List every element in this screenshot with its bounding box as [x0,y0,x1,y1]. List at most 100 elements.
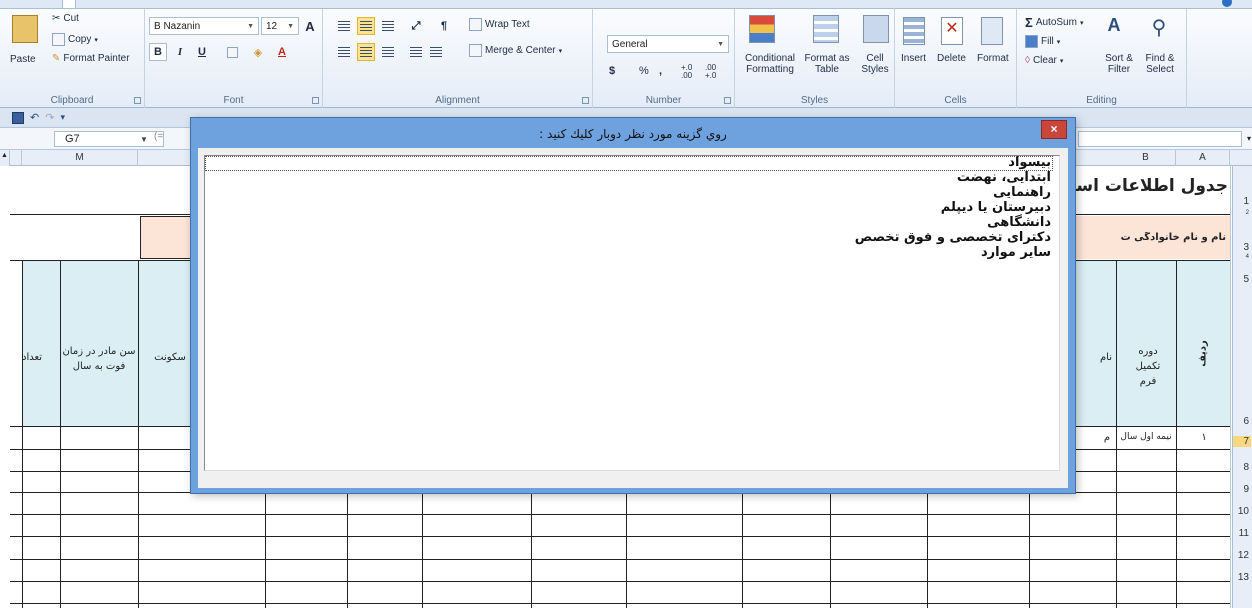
row-header-7[interactable]: 7 [1233,436,1251,447]
delete-button[interactable]: Delete [937,53,966,64]
row-header-3[interactable]: 3 [1243,242,1249,253]
fill-color-icon[interactable]: ◈ [249,43,267,61]
column-header-a[interactable]: A [1176,150,1230,166]
find-select-button[interactable]: Find & Select [1141,53,1179,75]
undo-icon[interactable]: ↶ [30,111,39,124]
row-header-8[interactable]: 8 [1243,462,1249,473]
decrease-decimal-button[interactable]: .00 +.0 [705,64,723,80]
fill-button[interactable]: Fill ▾ [1025,35,1060,48]
help-icon[interactable] [1222,0,1232,7]
row1-index-cell[interactable]: ۱ [1180,432,1228,443]
format-button[interactable]: Format [977,53,1009,64]
list-item[interactable]: بیسواد [205,156,1053,171]
align-top-icon[interactable] [335,17,353,35]
align-middle-icon[interactable] [357,17,375,35]
number-launcher-icon[interactable] [724,97,731,104]
sort-filter-button[interactable]: Sort & Filter [1101,53,1137,75]
scroll-up-icon[interactable]: ▲ [1,152,8,159]
format-painter-button[interactable]: ✎ Format Painter [52,53,130,64]
row-header-11[interactable]: 11 [1239,528,1249,539]
column-header-b[interactable]: B [1116,150,1176,166]
number-format-select[interactable]: General ▼ [607,35,729,53]
borders-icon[interactable] [223,43,241,61]
cell-styles-icon[interactable] [863,15,889,43]
clipboard-group: Paste ✂ Cut Copy ▾ ✎ Format Painter Clipboa… [0,9,145,108]
tab-home[interactable] [62,0,76,8]
orientation-icon[interactable]: ⤢ [407,17,425,35]
format-as-table-button[interactable]: Format as Table [801,53,853,75]
row-headers: 1 2 3 4 5 6 7 8 9 10 11 12 13 [1232,166,1252,608]
options-listbox[interactable]: بیسواد ابتدایی، نهضت راهنمایی دبیرستان ی… [204,155,1060,471]
row-header-1[interactable]: 1 [1243,196,1249,207]
number-group-label: Number [645,95,682,106]
list-item[interactable]: ابتدایی، نهضت [205,171,1053,186]
format-cells-icon[interactable] [981,17,1003,45]
font-launcher-icon[interactable] [312,97,319,104]
bold-button[interactable]: B [149,43,167,61]
column-header-m[interactable]: M [22,150,138,166]
wrap-text-button[interactable]: Wrap Text [469,18,530,31]
align-center-icon[interactable] [357,43,375,61]
list-item[interactable]: دبیرستان یا دیپلم [205,201,1053,216]
conditional-formatting-icon[interactable] [749,15,775,43]
dialog-title: روي گزينه مورد نظر دوبار كليك كنيد : [539,127,727,141]
conditional-formatting-button[interactable]: Conditional Formatting [741,53,799,75]
row-header-13[interactable]: 13 [1238,572,1249,583]
decrease-indent-icon[interactable] [407,43,425,61]
list-item[interactable]: سایر موارد [205,246,1053,261]
customize-toolbar-icon[interactable]: ▾ [60,112,65,123]
row-header-6[interactable]: 6 [1243,416,1249,427]
clipboard-launcher-icon[interactable] [134,97,141,104]
binoculars-icon[interactable]: ⚲ [1147,15,1171,43]
row-header-4[interactable]: 4 [1246,254,1249,260]
paste-button[interactable]: Paste [10,54,36,65]
row1-name-partial[interactable]: م [1100,432,1114,443]
align-right-icon[interactable] [379,43,397,61]
close-button[interactable]: × [1041,120,1067,139]
expand-formula-icon[interactable]: ▾ [1247,134,1251,143]
font-group: B Nazanin ▼ 12 ▼ A B I U ◈ A Font [145,9,323,108]
align-left-icon[interactable] [335,43,353,61]
row-header-12[interactable]: 12 [1238,550,1249,561]
select-all-corner[interactable] [10,150,22,166]
formula-input[interactable] [1078,131,1242,147]
font-color-icon[interactable]: A [273,43,291,61]
paste-icon[interactable] [12,15,38,43]
copy-button[interactable]: Copy ▾ [52,33,98,46]
increase-indent-icon[interactable] [427,43,445,61]
format-table-icon[interactable] [813,15,839,43]
insert-button[interactable]: Insert [901,53,926,64]
cut-button[interactable]: ✂ Cut [52,13,79,24]
delete-cells-icon[interactable]: ✕ [941,17,963,45]
underline-button[interactable]: U [193,43,211,61]
residence-header: سکونت [154,352,186,363]
alignment-launcher-icon[interactable] [582,97,589,104]
clear-button[interactable]: ◊ Clear ▾ [1025,55,1063,66]
font-name-select[interactable]: B Nazanin ▼ [149,17,259,35]
cell-styles-button[interactable]: Cell Styles [855,53,895,75]
currency-button[interactable]: $ [609,65,615,77]
insert-cells-icon[interactable] [903,17,925,45]
name-box-dropdown-icon[interactable]: ▼ [140,135,148,144]
percent-button[interactable]: % [639,65,649,77]
font-size-select[interactable]: 12 ▼ [261,17,299,35]
row-header-9[interactable]: 9 [1243,484,1249,495]
comma-button[interactable]: , [659,65,662,77]
grow-font-icon[interactable]: A [301,17,319,35]
row-header-10[interactable]: 10 [1238,506,1249,517]
redo-icon[interactable]: ↷ [45,111,54,124]
sort-filter-icon[interactable]: A [1103,15,1125,43]
row-header-5[interactable]: 5 [1243,274,1249,285]
row-header-2[interactable]: 2 [1246,210,1249,216]
paragraph-direction-icon[interactable]: ¶ [435,17,453,35]
list-item[interactable]: دکترای تخصصی و فوق تخصص [205,231,1053,246]
increase-decimal-button[interactable]: +.0 .00 [681,64,699,80]
list-item[interactable]: راهنمایی [205,186,1053,201]
list-item[interactable]: دانشگاهی [205,216,1053,231]
save-icon[interactable] [12,111,24,124]
italic-button[interactable]: I [171,43,189,61]
autosum-button[interactable]: Σ AutoSum ▾ [1025,15,1083,30]
row1-period-cell[interactable]: نیمه اول سال [1118,432,1174,442]
merge-center-button[interactable]: Merge & Center ▾ [469,44,562,57]
align-bottom-icon[interactable] [379,17,397,35]
